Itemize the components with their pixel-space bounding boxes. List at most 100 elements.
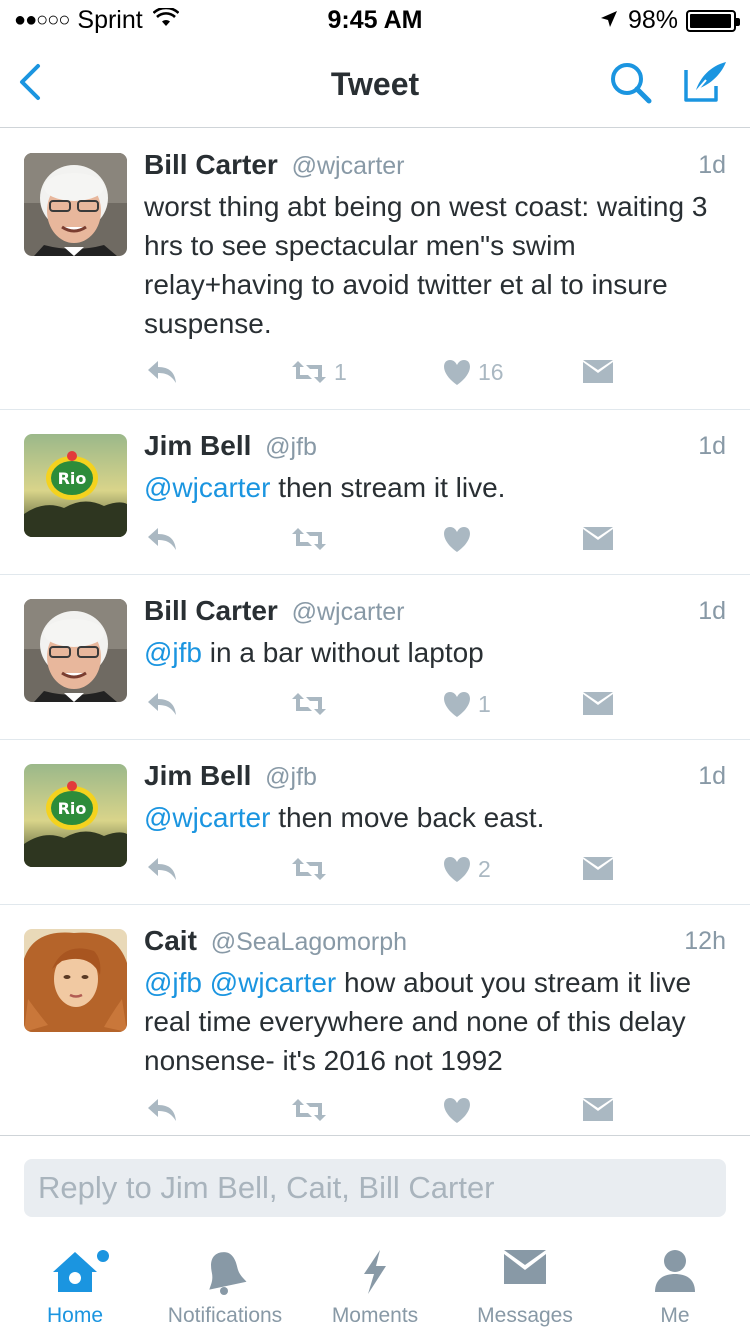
tweet-body: in a bar without laptop (202, 637, 484, 668)
like-button[interactable]: 1 (442, 689, 491, 719)
reply-bar: Reply to Jim Bell, Cait, Bill Carter (0, 1135, 750, 1235)
tweet-item[interactable]: Rio Jim Bell @jfb 1d @wjcarter then move… (0, 740, 750, 905)
heart-icon (444, 527, 470, 552)
tweet-item[interactable]: Bill Carter @wjcarter 1d @jfb in a bar w… (0, 575, 750, 740)
tweet-timestamp: 12h (684, 927, 726, 955)
tweet-author-handle[interactable]: @wjcarter (292, 598, 405, 626)
nav-bar: Tweet (0, 40, 750, 128)
like-count: 16 (478, 358, 504, 385)
avatar-jim-bell[interactable]: Rio (24, 764, 127, 867)
tweet-author-name[interactable]: Bill Carter (144, 595, 278, 626)
tweet-item[interactable]: Bill Carter @wjcarter 1d worst thing abt… (0, 129, 750, 410)
reply-icon (148, 693, 176, 715)
tweet-header: Bill Carter @wjcarter 1d (144, 595, 726, 629)
battery-icon (686, 9, 740, 32)
tweet-actions: 1 16 (144, 357, 644, 387)
tab-label: Messages (477, 1304, 573, 1327)
tab-messages[interactable]: Messages (450, 1238, 600, 1334)
tweet-author-handle[interactable]: @jfb (265, 763, 317, 791)
reply-button[interactable] (146, 689, 178, 719)
envelope-icon (502, 1248, 548, 1294)
tweet-header: Jim Bell @jfb 1d (144, 760, 726, 794)
tweet-author-name[interactable]: Bill Carter (144, 149, 278, 180)
tweet-timestamp: 1d (698, 151, 726, 179)
heart-icon (444, 692, 470, 717)
direct-message-button[interactable] (582, 854, 614, 884)
like-button[interactable] (442, 524, 478, 554)
like-count: 1 (478, 690, 491, 717)
tweet-item[interactable]: Rio Jim Bell @jfb 1d @wjcarter then stre… (0, 410, 750, 575)
tweet-author-name[interactable]: Jim Bell (144, 760, 251, 791)
retweet-button[interactable] (290, 1095, 334, 1125)
search-icon[interactable] (608, 60, 654, 106)
envelope-icon (583, 360, 613, 383)
reply-button[interactable] (146, 357, 178, 387)
reply-button[interactable] (146, 524, 178, 554)
retweet-icon (292, 528, 326, 550)
envelope-icon (583, 527, 613, 550)
tweet-mentions[interactable]: @jfb (144, 637, 202, 668)
avatar-bill-carter[interactable] (24, 153, 127, 256)
tweet-actions (144, 524, 644, 554)
retweet-icon (292, 858, 326, 880)
new-content-dot (97, 1250, 109, 1262)
reply-input[interactable]: Reply to Jim Bell, Cait, Bill Carter (24, 1159, 726, 1217)
tweet-mentions[interactable]: @jfb @wjcarter (144, 967, 336, 998)
tweet-actions: 1 (144, 689, 644, 719)
tweet-text: @jfb @wjcarter how about you stream it l… (144, 963, 724, 1080)
retweet-button[interactable] (290, 854, 334, 884)
reply-icon (148, 1099, 176, 1121)
tweet-text: @wjcarter then stream it live. (144, 468, 724, 507)
retweet-button[interactable]: 1 (290, 357, 347, 387)
reply-button[interactable] (146, 1095, 178, 1125)
like-button[interactable]: 2 (442, 854, 491, 884)
tweet-item[interactable]: Cait @SeaLagomorph 12h @jfb @wjcarter ho… (0, 905, 750, 1135)
tweet-body: then move back east. (270, 802, 545, 833)
tweet-author-handle[interactable]: @wjcarter (292, 152, 405, 180)
tweet-body: then stream it live. (270, 472, 506, 503)
direct-message-button[interactable] (582, 689, 614, 719)
tab-notifications[interactable]: Notifications (150, 1238, 300, 1334)
direct-message-button[interactable] (582, 524, 614, 554)
tweet-mentions[interactable]: @wjcarter (144, 472, 270, 503)
like-button[interactable] (442, 1095, 478, 1125)
tweet-timestamp: 1d (698, 432, 726, 460)
avatar-bill-carter[interactable] (24, 599, 127, 702)
tab-moments[interactable]: Moments (300, 1238, 450, 1334)
tweet-body: worst thing abt being on west coast: wai… (144, 191, 708, 339)
direct-message-button[interactable] (582, 1095, 614, 1125)
compose-icon[interactable] (682, 58, 728, 104)
heart-icon (444, 360, 470, 385)
tab-me[interactable]: Me (600, 1238, 750, 1334)
like-count: 2 (478, 855, 491, 882)
retweet-button[interactable] (290, 524, 334, 554)
avatar-jim-bell[interactable]: Rio (24, 434, 127, 537)
retweet-button[interactable] (290, 689, 334, 719)
retweet-icon (292, 1099, 326, 1121)
envelope-icon (583, 692, 613, 715)
tab-label: Moments (331, 1304, 419, 1327)
tweet-author-name[interactable]: Jim Bell (144, 430, 251, 461)
tab-home[interactable]: Home (0, 1238, 150, 1334)
like-button[interactable]: 16 (442, 357, 504, 387)
tweet-actions: 2 (144, 854, 644, 884)
status-bar: ●●○○○ Sprint 9:45 AM 98% (0, 0, 750, 40)
avatar-cait[interactable] (24, 929, 127, 1032)
tweet-author-handle[interactable]: @SeaLagomorph (211, 928, 407, 956)
tweet-author-handle[interactable]: @jfb (265, 433, 317, 461)
tweet-text: @wjcarter then move back east. (144, 798, 724, 837)
tab-bar: Home Notifications Moments Messages Me (0, 1238, 750, 1334)
tab-label: Home (46, 1304, 104, 1327)
reply-button[interactable] (146, 854, 178, 884)
tab-label: Me (660, 1304, 690, 1327)
direct-message-button[interactable] (582, 357, 614, 387)
tweet-author-name[interactable]: Cait (144, 925, 197, 956)
status-right: 98% (600, 6, 740, 35)
tweet-actions (144, 1095, 644, 1125)
tweet-header: Jim Bell @jfb 1d (144, 430, 726, 464)
tweet-text: worst thing abt being on west coast: wai… (144, 187, 724, 343)
reply-icon (148, 361, 176, 383)
tweet-timestamp: 1d (698, 597, 726, 625)
tweet-mentions[interactable]: @wjcarter (144, 802, 270, 833)
reply-icon (148, 528, 176, 550)
